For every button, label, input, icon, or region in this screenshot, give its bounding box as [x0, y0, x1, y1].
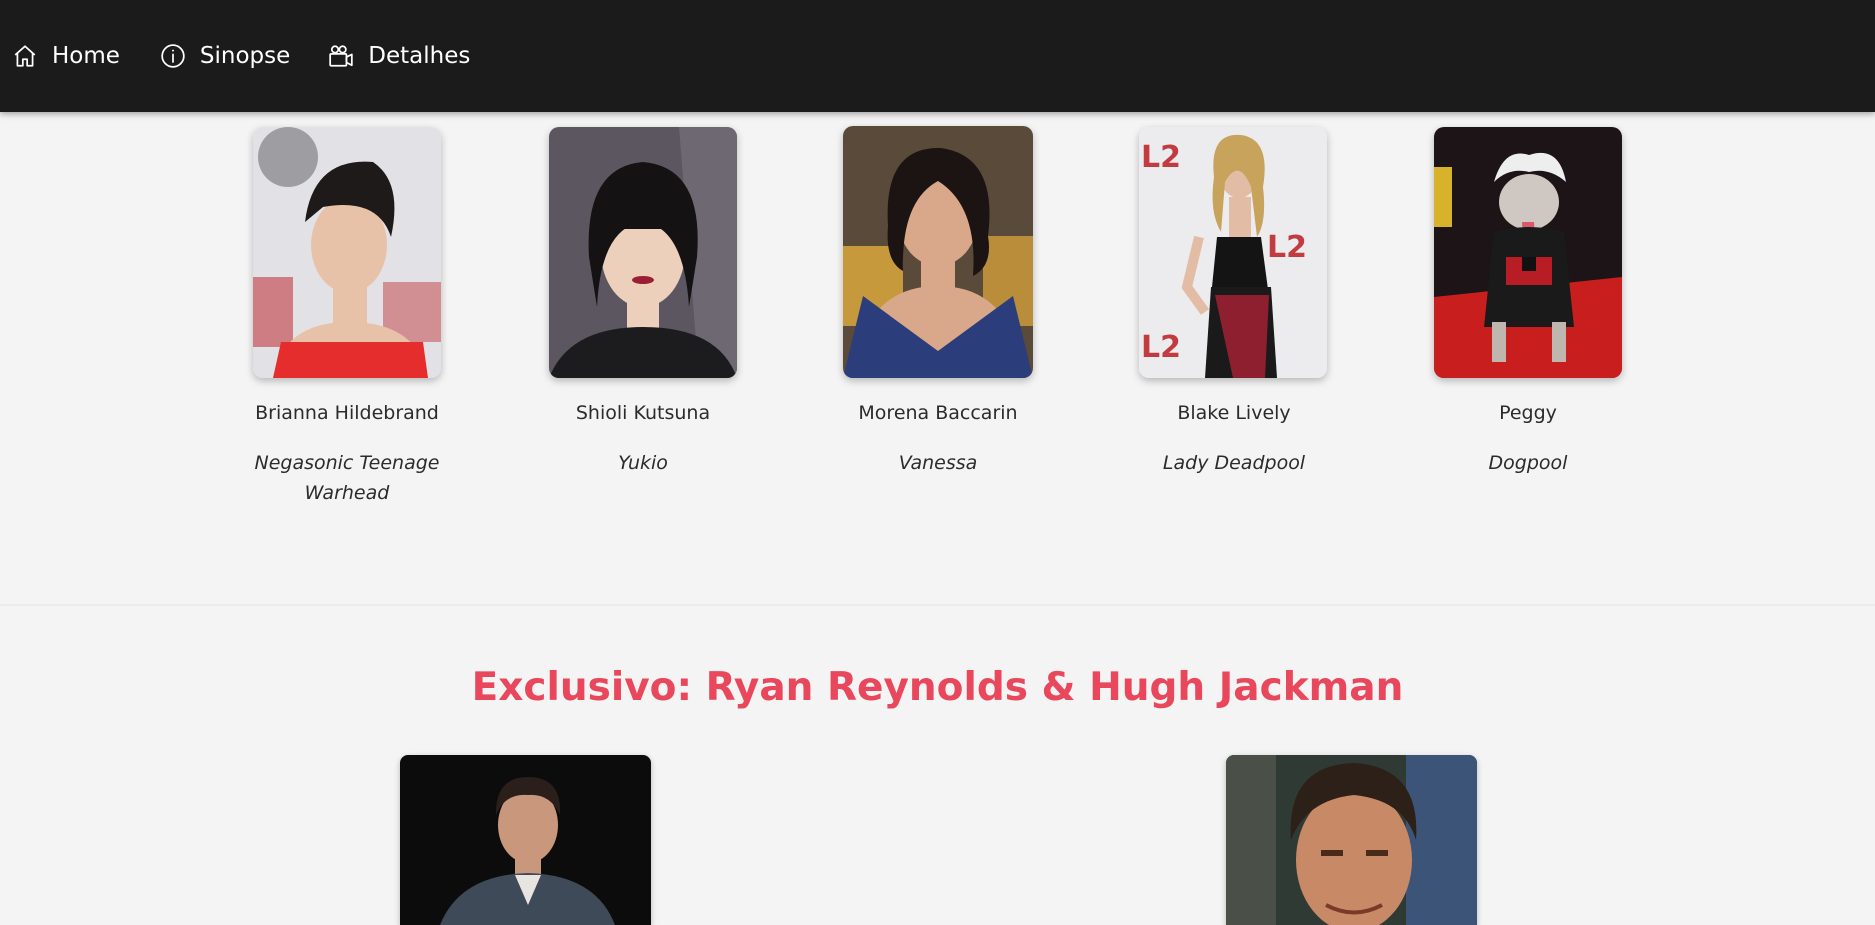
exclusive-photo-ryan-reynolds: [400, 755, 651, 925]
cast-photo-shioli: [549, 127, 737, 378]
cast-photo-morena: [843, 126, 1033, 378]
nav-home-link[interactable]: Home: [12, 43, 120, 69]
cast-role-name: Lady Deadpool: [1162, 452, 1306, 474]
cast-actor-name: Shioli Kutsuna: [575, 402, 711, 424]
cast-photo-blake: L2 L2 L2: [1139, 127, 1327, 378]
info-circle-icon: [161, 44, 185, 68]
svg-text:L2: L2: [1267, 230, 1307, 265]
svg-text:L2: L2: [1141, 330, 1181, 365]
cast-role-name: Negasonic Teenage Warhead: [254, 452, 440, 504]
cast-role-name: Dogpool: [1488, 452, 1568, 474]
cast-actor-name: Morena Baccarin: [858, 402, 1018, 424]
nav-home-label: Home: [52, 43, 120, 69]
cast-actor-name: Brianna Hildebrand: [255, 402, 439, 424]
top-navbar: Home Sinopse Detalhes: [0, 0, 1875, 112]
section-divider: [0, 604, 1875, 606]
cast-role-name: Yukio: [618, 452, 668, 474]
exclusive-section-title: Exclusivo: Ryan Reynolds & Hugh Jackman: [471, 665, 1404, 710]
nav-detalhes-label: Detalhes: [368, 43, 471, 69]
nav-detalhes-link[interactable]: Detalhes: [328, 43, 470, 69]
nav-sinopse-label: Sinopse: [199, 43, 291, 69]
camera-video-icon: [329, 45, 353, 67]
cast-role-name: Vanessa: [898, 452, 978, 474]
svg-text:L2: L2: [1141, 140, 1181, 175]
exclusive-photo-hugh-jackman: [1226, 755, 1477, 925]
cast-actor-name: Blake Lively: [1177, 402, 1291, 424]
home-icon: [14, 45, 36, 67]
cast-photo-brianna: [253, 127, 441, 378]
nav-sinopse-link[interactable]: Sinopse: [160, 43, 290, 69]
cast-photo-peggy: [1434, 127, 1622, 378]
cast-actor-name: Peggy: [1499, 402, 1557, 424]
